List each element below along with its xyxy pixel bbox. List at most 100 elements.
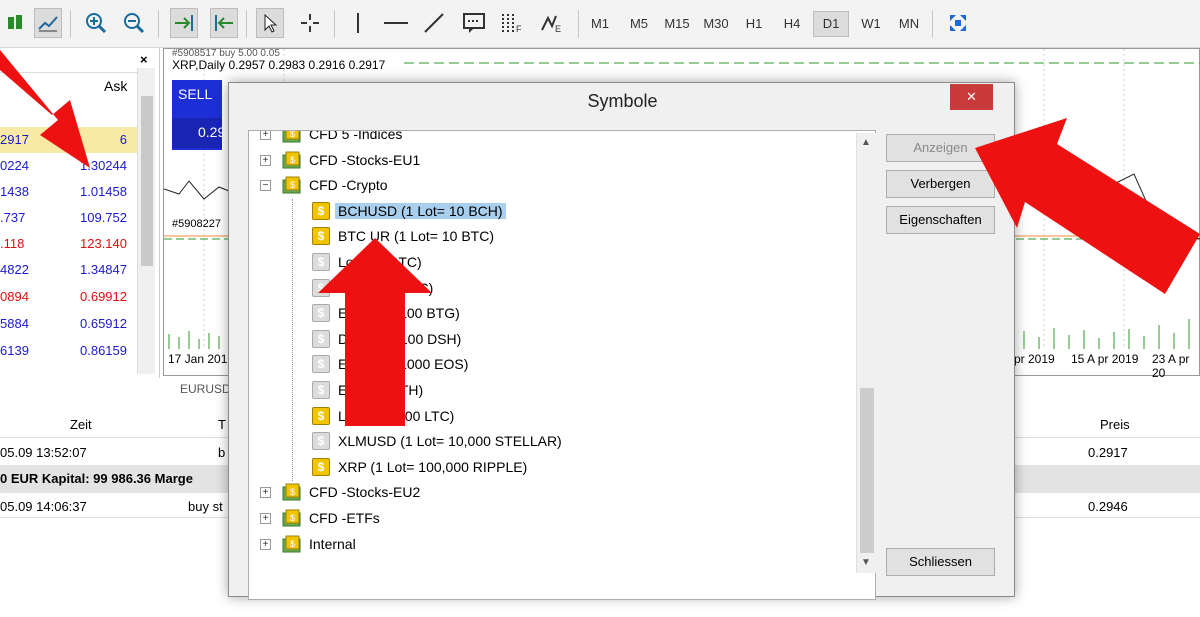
scrollbar-thumb[interactable] — [860, 388, 874, 553]
tree-group[interactable]: + $ CFD 5 -Indices — [249, 130, 869, 147]
tree-symbol[interactable]: $ XLMUSD (1 Lot= 10,000 STELLAR) — [249, 430, 869, 454]
bid-value: 5884 — [0, 316, 29, 331]
balance-text: 0 EUR Kapital: 99 986.36 Marge — [0, 471, 193, 486]
svg-text:$: $ — [290, 539, 295, 549]
market-watch-row[interactable]: 0894 0.69912 — [0, 284, 140, 310]
svg-text:$: $ — [290, 513, 295, 523]
close-button[interactable]: Schliessen — [886, 548, 995, 576]
bid-value: 0894 — [0, 289, 29, 304]
folder-icon: $ — [282, 509, 301, 527]
market-watch-row[interactable]: 5884 0.65912 — [0, 311, 140, 337]
chart-x-label: pr 2019 — [1014, 352, 1055, 366]
market-watch-row[interactable]: 6139 0.86159 — [0, 338, 140, 364]
trendline-icon[interactable] — [420, 8, 448, 38]
folder-icon: $ — [282, 176, 301, 194]
tree-label: Internal — [309, 535, 356, 552]
market-watch-row[interactable]: 4822 1.34847 — [0, 257, 140, 283]
ask-value: 109.752 — [80, 210, 127, 225]
tree-group[interactable]: + $ CFD -Stocks-EU2 — [249, 481, 869, 505]
tree-group[interactable]: + $ Internal — [249, 533, 869, 557]
timeframe-h4[interactable]: H4 — [774, 11, 810, 37]
timeframe-h1[interactable]: H1 — [736, 11, 772, 37]
folder-icon: $ — [282, 483, 301, 501]
crosshair-icon[interactable] — [296, 8, 324, 38]
row-time: 05.09 14:06:37 — [0, 499, 87, 514]
ask-value: 6 — [119, 132, 127, 147]
annotation-arrow-up — [318, 238, 432, 426]
bid-value: 6139 — [0, 343, 29, 358]
tree-connector — [292, 199, 293, 481]
market-watch-row[interactable]: .118 123.140 — [0, 231, 140, 257]
one-click-sell-button[interactable]: SELL 0.29 — [172, 80, 225, 150]
timeframe-d1[interactable]: D1 — [813, 11, 849, 37]
tree-label: BCHUSD (1 Lot= 10 BCH) — [335, 202, 506, 219]
scrollbar-thumb[interactable] — [141, 96, 153, 266]
cursor-icon[interactable] — [256, 8, 284, 38]
bid-value: .118 — [0, 236, 25, 251]
col-price-header[interactable]: Preis — [1100, 417, 1130, 432]
fibonacci-icon[interactable]: F — [498, 8, 526, 38]
expand-icon[interactable]: + — [260, 154, 271, 166]
row-price: 0.2946 — [1088, 499, 1128, 514]
fullscreen-icon[interactable] — [944, 8, 972, 38]
timeframe-m1[interactable]: M1 — [582, 11, 618, 37]
timeframe-m30[interactable]: M30 — [698, 11, 734, 37]
chart-x-label: 15 A pr 2019 — [1071, 352, 1139, 366]
folder-icon: $ — [282, 131, 301, 143]
expand-icon[interactable]: + — [260, 131, 271, 140]
tree-symbol[interactable]: $ BCHUSD (1 Lot= 10 BCH) — [249, 200, 869, 224]
zoom-out-icon[interactable] — [120, 8, 148, 38]
collapse-icon[interactable]: − — [260, 180, 271, 192]
chart-symbol-title: XRP,Daily 0.2957 0.2983 0.2916 0.2917 — [172, 58, 386, 72]
symbol-tree-scrollbar[interactable]: ▲ ▼ — [856, 133, 876, 573]
svg-text:F: F — [516, 24, 522, 34]
new-order-icon[interactable] — [2, 8, 30, 38]
col-time-header[interactable]: Zeit — [70, 417, 92, 432]
annotation-arrow-left — [0, 50, 90, 168]
chart-shift-icon[interactable] — [210, 8, 238, 38]
dialog-close-button[interactable]: ✕ — [950, 84, 993, 110]
scroll-up-icon[interactable]: ▲ — [861, 137, 871, 148]
expand-icon[interactable]: + — [260, 538, 271, 550]
tree-symbol[interactable]: $ XRP (1 Lot= 100,000 RIPPLE) — [249, 456, 869, 480]
market-watch-close-icon[interactable]: × — [140, 52, 148, 67]
timeframe-m5[interactable]: M5 — [621, 11, 657, 37]
bid-value: 1438 — [0, 184, 29, 199]
ask-value: 123.140 — [80, 236, 127, 251]
coin-icon: $ — [312, 201, 330, 220]
bid-value: 4822 — [0, 262, 29, 277]
market-watch-scrollbar[interactable] — [137, 68, 155, 374]
tree-group[interactable]: + $ CFD -ETFs — [249, 507, 869, 531]
scroll-down-icon[interactable]: ▼ — [861, 557, 871, 568]
coin-icon: $ — [312, 432, 330, 451]
tree-group[interactable]: − $ CFD -Crypto — [249, 174, 869, 198]
tree-group[interactable]: + $ CFD -Stocks-EU1 — [249, 149, 869, 173]
ask-value: 1.34847 — [80, 262, 127, 277]
chart-x-label: 23 A pr 20 — [1152, 352, 1190, 380]
sell-label: SELL — [178, 86, 213, 102]
indicators-icon[interactable]: E — [538, 8, 566, 38]
chart-tab-eurusd[interactable]: EURUSD — [180, 382, 231, 396]
timeframe-m15[interactable]: M15 — [659, 11, 695, 37]
expand-icon[interactable]: + — [260, 513, 271, 524]
tree-label: CFD 5 -Indices — [309, 130, 403, 142]
expand-icon[interactable]: + — [260, 487, 271, 499]
timeframe-w1[interactable]: W1 — [853, 11, 889, 37]
market-watch-row[interactable]: 1438 1.01458 — [0, 179, 140, 205]
col-type-header[interactable]: T — [218, 417, 226, 432]
chart-order-label: #5908227 — [172, 218, 221, 230]
tree-label: CFD -Stocks-EU1 — [309, 151, 421, 168]
horizontal-line-icon[interactable] — [382, 8, 410, 38]
autoscroll-icon[interactable] — [170, 8, 198, 38]
folder-icon: $ — [282, 535, 301, 553]
chart-x-label: 17 Jan 2019 — [168, 352, 235, 366]
folder-icon: $ — [282, 151, 301, 169]
tree-label: XRP (1 Lot= 100,000 RIPPLE) — [338, 458, 528, 475]
market-watch-row[interactable]: .737 109.752 — [0, 205, 140, 231]
text-comment-icon[interactable] — [460, 8, 488, 38]
line-chart-icon[interactable] — [34, 8, 62, 38]
zoom-in-icon[interactable] — [82, 8, 110, 38]
vertical-line-icon[interactable] — [344, 8, 372, 38]
main-toolbar: F E M1 M5 M15 M30 H1 H4 D1 W1 MN — [0, 0, 1200, 48]
timeframe-mn[interactable]: MN — [891, 11, 927, 37]
